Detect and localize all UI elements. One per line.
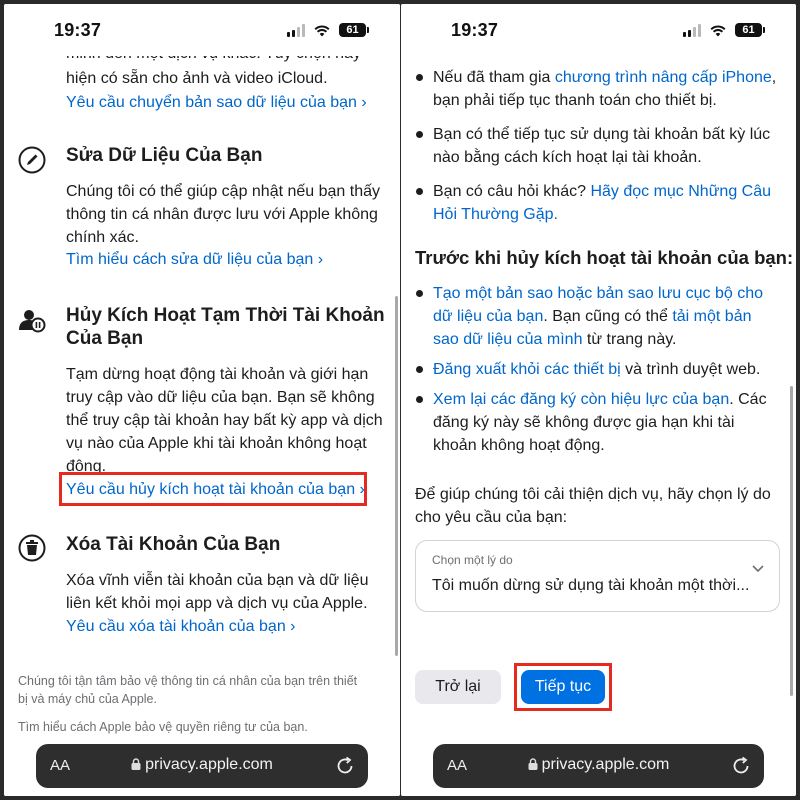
upgrade-program-link[interactable]: chương trình nâng cấp iPhone [555, 69, 772, 86]
url-text: privacy.apple.com [145, 756, 273, 773]
body-text: Chúng tôi có thể giúp cập nhật nếu bạn t… [66, 183, 381, 200]
body-text: truy cập vào dữ liệu của bạn. Bạn sẽ khô… [66, 389, 375, 406]
battery-icon: 61 [735, 23, 765, 37]
privacy-protection-link[interactable]: Tìm hiểu cách Apple bảo vệ quyền riêng t… [18, 718, 308, 736]
scrollbar[interactable] [790, 386, 793, 696]
section-title-edit: Sửa Dữ Liệu Của Bạn [66, 145, 263, 166]
browser-toolbar: AA privacy.apple.com [4, 744, 400, 796]
body-text: Tạm dừng hoạt động tài khoản và giới hạn [66, 366, 369, 383]
review-subscriptions-link[interactable]: Xem lại các đăng ký còn hiệu lực của bạn [433, 391, 729, 408]
address-bar[interactable]: AA privacy.apple.com [36, 744, 368, 788]
reason-prompt: Để giúp chúng tôi cải thiện dịch vụ, hãy… [415, 486, 771, 526]
cellular-signal-icon [683, 23, 701, 37]
section-title-deactivate: Hủy Kích Hoạt Tạm Thời Tài Khoản [66, 305, 385, 326]
page-content: Nếu đã tham gia chương trình nâng cấp iP… [401, 56, 796, 744]
reason-select[interactable]: Chọn một lý do Tôi muốn dừng sử dụng tài… [415, 540, 780, 612]
info-list: Nếu đã tham gia chương trình nâng cấp iP… [415, 66, 777, 226]
sign-out-devices-link[interactable]: Đăng xuất khỏi các thiết bị [433, 361, 621, 378]
body-text: vụ nào của Apple khi tài khoản không hoạ… [66, 435, 367, 452]
status-bar: 19:37 61 [4, 4, 400, 56]
reload-icon[interactable] [730, 755, 752, 777]
status-icons: 61 [683, 23, 765, 37]
right-screen: 19:37 61 Nếu đã tham gia chương trình nâ… [401, 4, 796, 796]
browser-toolbar: AA privacy.apple.com [401, 744, 796, 796]
body-text: thể truy cập tài khoản hay bất kỳ app và… [66, 412, 383, 429]
body-text: Xóa vĩnh viễn tài khoản của bạn và dữ li… [66, 572, 369, 589]
body-text: hiện có sẵn cho ảnh và video iCloud. [66, 70, 328, 87]
status-icons: 61 [287, 23, 369, 37]
scrollbar[interactable] [395, 296, 398, 656]
section-title-deactivate-cont: Của Bạn [66, 328, 144, 349]
body-text: thông tin cá nhân được lưu với Apple khô… [66, 206, 378, 223]
continue-button[interactable]: Tiếp tục [521, 670, 605, 704]
select-value: Tôi muốn dừng sử dụng tài khoản một thời… [432, 577, 750, 594]
lock-icon [528, 758, 538, 770]
pencil-icon [18, 146, 46, 174]
trash-icon [18, 534, 46, 562]
footer-text: bị và máy chủ của Apple. [18, 692, 157, 706]
back-button[interactable]: Trở lại [415, 670, 501, 704]
select-label: Chọn một lý do [432, 553, 513, 567]
wifi-icon [710, 24, 726, 36]
wifi-icon [314, 24, 330, 36]
body-text: liên kết khỏi mọi app và dịch vụ của App… [66, 595, 368, 612]
page-content: minh đến một dịch vụ khác. Tùy chọn này … [4, 56, 400, 744]
reload-icon[interactable] [334, 755, 356, 777]
footer-text: Chúng tôi tận tâm bảo vệ thông tin cá nh… [18, 674, 358, 688]
request-delete-link[interactable]: Yêu cầu xóa tài khoản của bạn › [66, 615, 296, 638]
lock-icon [131, 758, 141, 770]
learn-edit-data-link[interactable]: Tìm hiểu cách sửa dữ liệu của bạn › [66, 248, 323, 271]
section-title-delete: Xóa Tài Khoản Của Bạn [66, 534, 281, 555]
list-item: Bạn có câu hỏi khác? Hãy đọc mục Những C… [415, 180, 777, 226]
list-item: Bạn có thể tiếp tục sử dụng tài khoản bấ… [415, 123, 777, 169]
url-display[interactable]: privacy.apple.com [433, 756, 764, 774]
body-text: chính xác. [66, 229, 139, 246]
before-list: Tạo một bản sao hoặc bản sao lưu cục bộ … [415, 282, 777, 457]
url-display[interactable]: privacy.apple.com [36, 756, 368, 774]
left-screen: 19:37 61 minh đến một dịch vụ khác. Tùy … [4, 4, 400, 796]
status-bar: 19:37 61 [401, 4, 796, 56]
body-text: minh đến một dịch vụ khác. Tùy chọn này [66, 56, 361, 65]
list-item: Xem lại các đăng ký còn hiệu lực của bạn… [415, 388, 777, 457]
list-item: Tạo một bản sao hoặc bản sao lưu cục bộ … [415, 282, 777, 351]
section-heading: Trước khi hủy kích hoạt tài khoản của bạ… [415, 247, 794, 268]
list-item: Đăng xuất khỏi các thiết bị và trình duy… [415, 358, 777, 381]
address-bar[interactable]: AA privacy.apple.com [433, 744, 764, 788]
chevron-down-icon [752, 565, 764, 573]
battery-icon: 61 [339, 23, 369, 37]
request-deactivate-link[interactable]: Yêu cầu hủy kích hoạt tài khoản của bạn … [66, 478, 365, 501]
list-item: Nếu đã tham gia chương trình nâng cấp iP… [415, 66, 777, 112]
account-pause-icon [19, 310, 46, 333]
cellular-signal-icon [287, 23, 305, 37]
url-text: privacy.apple.com [541, 756, 670, 773]
status-time: 19:37 [54, 20, 102, 40]
status-time: 19:37 [451, 20, 499, 40]
request-copy-link[interactable]: Yêu cầu chuyển bản sao dữ liệu của bạn › [66, 91, 367, 114]
